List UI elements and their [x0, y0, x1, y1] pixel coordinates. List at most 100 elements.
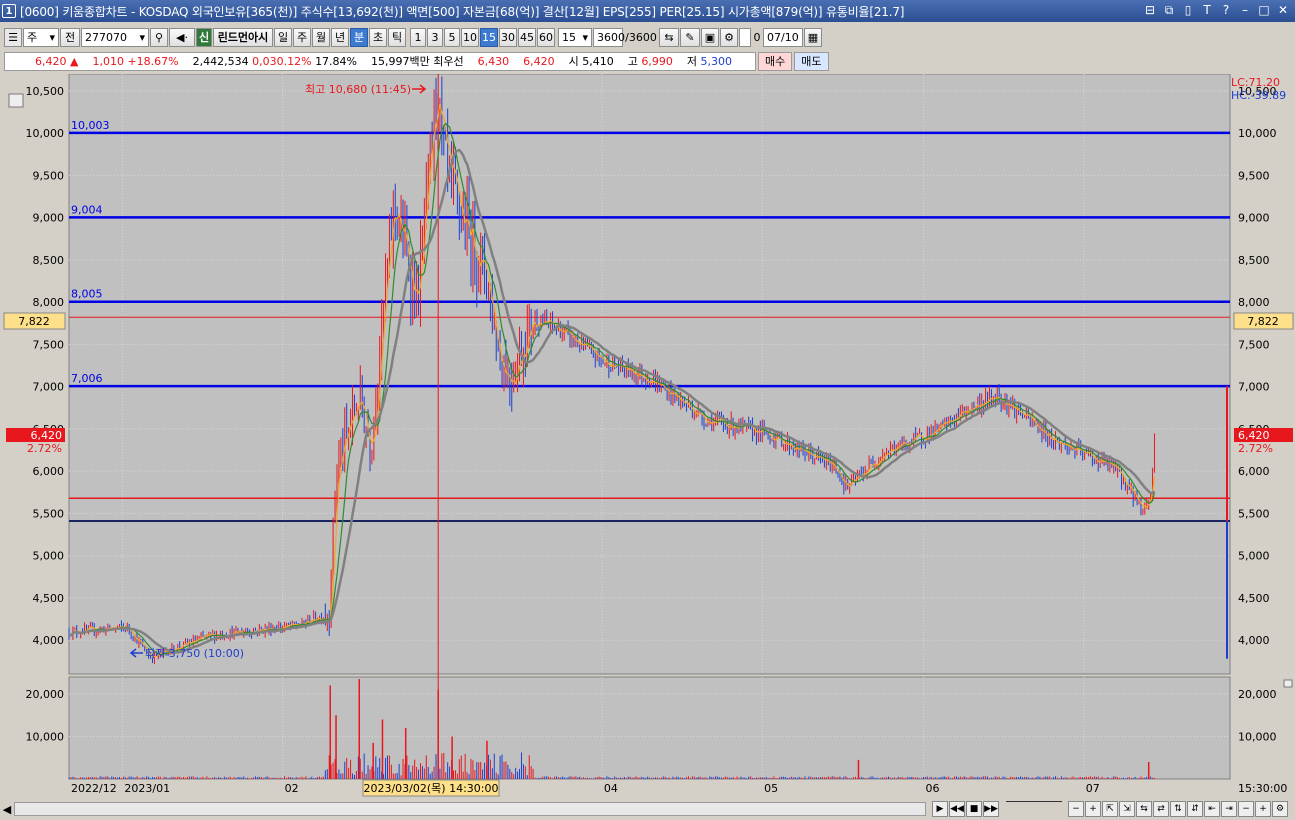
volume-tick-label-right: 20,000 [1238, 688, 1277, 701]
play-icon[interactable]: ▶ [932, 801, 948, 817]
close-icon[interactable]: ✕ [1275, 2, 1291, 18]
calendar-icon[interactable]: ▦ [804, 27, 822, 47]
arrows-icon[interactable]: ⇆ [659, 27, 679, 47]
checkbox-label: 0 [753, 30, 761, 44]
interval-30[interactable]: 30 [499, 27, 517, 47]
interval-select[interactable]: 15 ▾ [558, 27, 592, 47]
quote-bar: 6,420 ▲ 1,010 +18.67% 2,442,534 0,030.12… [4, 51, 1295, 71]
tab-week[interactable]: 주 [293, 27, 311, 47]
period-select[interactable]: 주 ▾ [23, 27, 59, 47]
tool3-icon[interactable]: ⇆ [1136, 801, 1152, 817]
scope-button[interactable]: 전 [60, 27, 80, 47]
cursor-price-left: 7,822 [18, 315, 50, 328]
search-icon[interactable]: ⚲ [150, 27, 168, 47]
panel-icon[interactable]: ▯ [1180, 2, 1196, 18]
company-name: 린드먼아시 [213, 27, 273, 47]
interval-5[interactable]: 5 [444, 27, 460, 47]
font-icon[interactable]: T [1199, 2, 1215, 18]
scroll-left-icon[interactable]: ◀ [0, 801, 14, 817]
interval-60[interactable]: 60 [537, 27, 555, 47]
lc-label: LC:71.20 [1231, 76, 1280, 89]
tool7-icon[interactable]: ⇤ [1204, 801, 1220, 817]
split-icon[interactable]: ⊟ [1142, 2, 1158, 18]
cursor-price-right: 7,822 [1247, 315, 1279, 328]
tab-year[interactable]: 년 [331, 27, 349, 47]
level-label: 9,004 [71, 203, 103, 216]
settings-icon[interactable]: ⚙ [1272, 801, 1288, 817]
price-tick-label-right: 9,500 [1238, 169, 1270, 182]
price-tick-label: 4,000 [33, 634, 65, 647]
tool8-icon[interactable]: ⇥ [1221, 801, 1237, 817]
chevron-down-icon: ▾ [582, 30, 588, 44]
tool-icon[interactable]: ⇱ [1102, 801, 1118, 817]
price-tick-label-right: 9,000 [1238, 212, 1270, 225]
help-icon[interactable]: ? [1218, 2, 1234, 18]
save-icon[interactable]: ▣ [701, 27, 719, 47]
interval-15[interactable]: 15 [480, 27, 498, 47]
last-icon[interactable]: ▶▶ [983, 801, 999, 817]
zoom-in-icon[interactable]: + [1085, 801, 1101, 817]
count-input[interactable]: 3600 [593, 27, 625, 47]
cursor-date: 2023/03/02(목) 14:30:00 [363, 782, 498, 795]
chevron-down-icon: ▾ [139, 30, 145, 44]
tab-month[interactable]: 월 [312, 27, 330, 47]
price-tick-label-right: 5,500 [1238, 507, 1270, 520]
sell-button[interactable]: 매도 [794, 51, 829, 71]
time-tick-label: 2023/01 [124, 782, 170, 795]
quote-volume: 2,442,534 0,030.12% 17.84% [192, 54, 358, 68]
quote-low: 저 5,300 [686, 55, 732, 68]
minus-icon[interactable]: − [1238, 801, 1254, 817]
gear-icon[interactable]: ⚙ [720, 27, 738, 47]
period-select-value: 주 [27, 31, 38, 44]
interval-select-value: 15 [562, 30, 576, 44]
stock-code-input[interactable]: 277070 ▾ [81, 27, 149, 47]
tab-minute[interactable]: 분 [350, 27, 368, 47]
tab-day[interactable]: 일 [274, 27, 292, 47]
tool5-icon[interactable]: ⇅ [1170, 801, 1186, 817]
time-tick-label: 02 [285, 782, 299, 795]
interval-3[interactable]: 3 [427, 27, 443, 47]
interval-10[interactable]: 10 [461, 27, 479, 47]
maximize-icon[interactable]: □ [1256, 2, 1272, 18]
current-price-left: 6,420 [31, 429, 63, 442]
option-checkbox[interactable] [739, 27, 751, 47]
plus-icon[interactable]: + [1255, 801, 1271, 817]
quote-summary: 6,420 ▲ 1,010 +18.67% 2,442,534 0,030.12… [4, 51, 756, 71]
buy-button[interactable]: 매수 [758, 51, 793, 71]
horizontal-scrollbar[interactable] [14, 802, 926, 816]
first-icon[interactable]: ◀◀ [949, 801, 965, 817]
date-input[interactable]: 07/10 [763, 27, 803, 47]
draw-icon[interactable]: ✎ [680, 27, 700, 47]
zoom-out-icon[interactable]: − [1068, 801, 1084, 817]
new-badge: 신 [196, 27, 212, 47]
price-chart[interactable]: 10,003 9,004 8,005 7,006 4,000 4,000 4,500 4,5… [0, 74, 1295, 800]
chart-window: 1 [0600] 키움종합차트 - KOSDAQ 외국인보유[365(천)] 주… [0, 0, 1295, 820]
tool6-icon[interactable]: ⇵ [1187, 801, 1203, 817]
price-tick-label: 6,000 [33, 465, 65, 478]
minimize-icon[interactable]: – [1237, 2, 1253, 18]
tool2-icon[interactable]: ⇲ [1119, 801, 1135, 817]
zoom-slider[interactable] [1006, 801, 1062, 805]
interval-1[interactable]: 1 [410, 27, 426, 47]
max-price-label: 최고 10,680 (11:45) [305, 83, 411, 96]
current-pct-right: 2.72% [1238, 442, 1273, 455]
volume-tick-label: 10,000 [26, 731, 65, 744]
time-tick-label: 06 [925, 782, 939, 795]
tool4-icon[interactable]: ⇄ [1153, 801, 1169, 817]
quote-amount: 15,997백만 최우선 [371, 55, 464, 68]
title-bar: 1 [0600] 키움종합차트 - KOSDAQ 외국인보유[365(천)] 주… [0, 0, 1295, 22]
price-tick-label-right: 5,000 [1238, 550, 1270, 563]
tab-second[interactable]: 초 [369, 27, 387, 47]
hc-label: HC:-39.89 [1231, 89, 1286, 102]
alarm-button[interactable]: ◀· [169, 27, 195, 47]
volume-pane-close-icon[interactable] [1283, 679, 1293, 688]
current-pct-left: 2.72% [27, 442, 62, 455]
stop-icon[interactable]: ■ [966, 801, 982, 817]
copy-window-icon[interactable]: ⧉ [1161, 2, 1177, 18]
menu-icon[interactable]: ☰ [4, 27, 22, 47]
chart-calendar-icon[interactable] [8, 93, 24, 108]
price-tick-label-right: 4,500 [1238, 592, 1270, 605]
interval-45[interactable]: 45 [518, 27, 536, 47]
tab-tick[interactable]: 틱 [388, 27, 406, 47]
time-tick-label: 04 [604, 782, 618, 795]
